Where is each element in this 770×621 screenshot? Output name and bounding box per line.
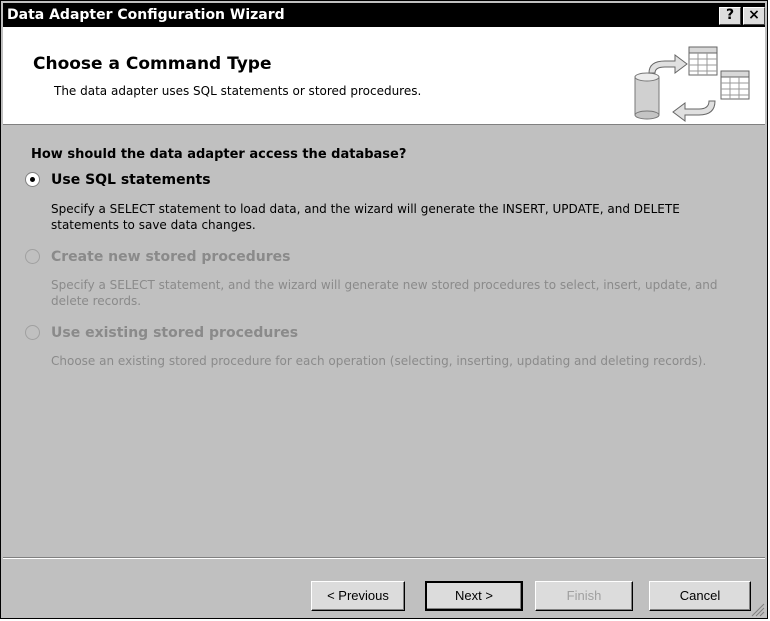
page-title: Choose a Command Type [33,54,272,74]
option-create-new-stored-procedures: Create new stored procedures [25,247,725,269]
option-description: Specify a SELECT statement, and the wiza… [51,278,718,308]
window-title: Data Adapter Configuration Wizard [7,7,285,23]
option-use-sql-statements[interactable]: Use SQL statements [25,170,725,192]
option-label: Use existing stored procedures [51,325,299,341]
radio-create-new-stored-procedures [25,249,40,264]
option-description: Specify a SELECT statement to load data,… [51,202,680,232]
wizard-header: Choose a Command Type The data adapter u… [3,27,765,125]
finish-button: Finish [535,581,633,611]
close-button[interactable]: × [743,7,765,25]
cancel-button[interactable]: Cancel [649,581,751,611]
wizard-content: How should the data adapter access the d… [3,125,765,557]
footer-divider-highlight [3,558,765,559]
resize-grip-icon[interactable] [749,601,765,617]
wizard-window: Data Adapter Configuration Wizard ? × Ch… [0,0,768,619]
option-use-existing-stored-procedures: Use existing stored procedures [25,323,725,345]
option-description: Choose an existing stored procedure for … [51,354,707,368]
radio-use-existing-stored-procedures [25,325,40,340]
option-label: Create new stored procedures [51,249,291,265]
help-button[interactable]: ? [719,7,741,25]
radio-use-sql-statements[interactable] [25,172,40,187]
page-subtitle: The data adapter uses SQL statements or … [54,84,422,98]
previous-button[interactable]: < Previous [311,581,405,611]
title-bar[interactable]: Data Adapter Configuration Wizard ? × [3,3,765,27]
next-button[interactable]: Next > [425,581,523,611]
option-label[interactable]: Use SQL statements [51,172,211,188]
question-label: How should the data adapter access the d… [31,147,407,162]
database-transfer-icon [634,46,750,122]
